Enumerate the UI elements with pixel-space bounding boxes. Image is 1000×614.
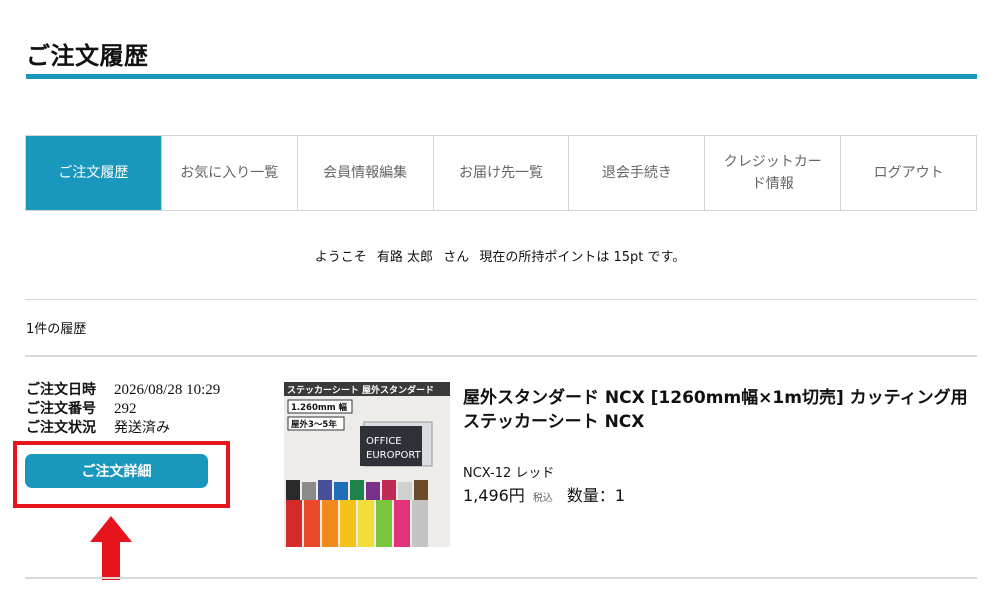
product-photo: ステッカーシート 屋外スタンダード 1.260mm 幅 屋外3～5年 OFFIC…	[284, 382, 450, 547]
points-text: 現在の所持ポイントは 15pt です。	[479, 250, 686, 265]
price-row: 1,496円 税込 数量：1	[463, 482, 625, 506]
mypage-tabs: ご注文履歴 お気に入り一覧 会員情報編集 お届け先一覧 退会手続き クレジットカ…	[25, 135, 977, 211]
tab-delivery-addresses[interactable]: お届け先一覧	[432, 136, 569, 210]
tab-order-history[interactable]: ご注文履歴	[26, 136, 161, 210]
tab-logout[interactable]: ログアウト	[840, 136, 976, 210]
order-status-row: ご注文状況 発送済み	[26, 419, 220, 438]
divider	[25, 299, 977, 300]
welcome-honorific: さん	[443, 250, 470, 265]
page-title: ご注文履歴	[26, 42, 149, 70]
up-arrow-icon	[90, 516, 132, 580]
image-width-badge: 1.260mm 幅	[291, 402, 348, 413]
welcome-prefix: ようこそ	[314, 250, 367, 265]
tab-withdraw[interactable]: 退会手続き	[568, 136, 704, 210]
tab-member-info[interactable]: 会員情報編集	[296, 136, 433, 210]
product-quantity: 数量：1	[566, 486, 625, 505]
order-detail-button[interactable]: ご注文詳細	[25, 454, 208, 488]
image-years-badge: 屋外3～5年	[291, 419, 337, 430]
divider	[25, 355, 977, 357]
image-sign-line1: OFFICE	[366, 436, 402, 447]
title-underline	[26, 74, 977, 79]
product-variant: NCX-12 レッド	[463, 466, 555, 481]
image-sign-line2: EUROPORT	[366, 450, 422, 461]
tab-credit-card[interactable]: クレジットカード情報	[704, 136, 840, 210]
order-meta: ご注文日時 2026/08/28 10:29 ご注文番号 292 ご注文状況 発…	[26, 381, 220, 438]
order-number-row: ご注文番号 292	[26, 400, 220, 419]
order-number-value: 292	[114, 401, 137, 417]
tab-favorites[interactable]: お気に入り一覧	[160, 136, 297, 210]
order-date-label: ご注文日時	[26, 382, 96, 398]
order-number-label: ご注文番号	[26, 401, 96, 417]
member-name: 有路 太郎	[376, 250, 434, 265]
order-status-label: ご注文状況	[26, 420, 96, 436]
image-header-text: ステッカーシート 屋外スタンダード	[287, 384, 434, 396]
welcome-message: ようこそ 有路 太郎 さん 現在の所持ポイントは 15pt です。	[0, 246, 1000, 265]
product-image[interactable]: ステッカーシート 屋外スタンダード 1.260mm 幅 屋外3～5年 OFFIC…	[284, 382, 450, 547]
product-name-link[interactable]: 屋外スタンダード NCX [1260mm幅×1m切売] カッティング用ステッカー…	[463, 386, 978, 434]
order-date-row: ご注文日時 2026/08/28 10:29	[26, 381, 220, 400]
tax-label: 税込	[532, 493, 553, 504]
history-count: 1件の履歴	[26, 322, 87, 337]
divider	[25, 577, 977, 579]
product-price: 1,496円	[463, 486, 525, 505]
order-status-value: 発送済み	[114, 420, 170, 436]
order-date-value: 2026/08/28 10:29	[114, 382, 221, 398]
